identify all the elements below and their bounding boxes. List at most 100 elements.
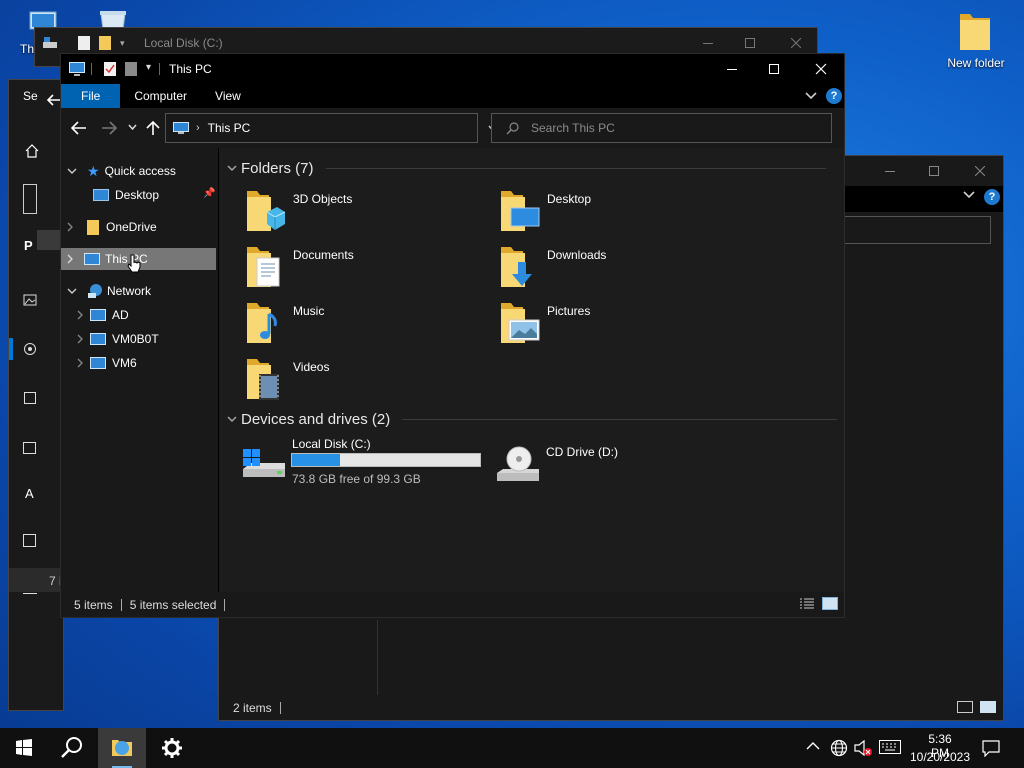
drive-icon xyxy=(42,36,58,50)
folder-documents[interactable]: Documents xyxy=(243,244,483,296)
folder-label: Desktop xyxy=(547,192,592,206)
folder-desktop[interactable]: Desktop xyxy=(497,188,737,240)
image-icon xyxy=(23,294,37,306)
chevron-down-icon xyxy=(227,165,237,171)
chevron-right-icon[interactable] xyxy=(77,310,84,320)
new-folder-icon[interactable] xyxy=(125,62,137,76)
nav-label: AD xyxy=(112,308,129,322)
drive-usage-fill xyxy=(292,454,341,466)
documents-folder-icon xyxy=(243,244,291,292)
file-explorer-window[interactable]: ▾ This PC File Computer View ? › This PC… xyxy=(60,53,845,618)
desktop-icon-new-folder[interactable]: New folder xyxy=(940,10,1012,70)
nav-item-this-pc[interactable]: This PC xyxy=(61,248,216,273)
nav-item-network-vm6[interactable]: VM6 xyxy=(61,352,216,374)
status-separator xyxy=(224,598,226,611)
nav-item-quick-access[interactable]: ★ Quick access xyxy=(61,160,216,182)
tab-view[interactable]: View xyxy=(201,84,255,108)
chevron-down-icon[interactable] xyxy=(67,168,77,175)
chevron-right-icon[interactable]: › xyxy=(196,122,200,134)
large-icons-view-icon[interactable] xyxy=(822,597,838,610)
folder-videos[interactable]: Videos xyxy=(243,356,483,408)
window-title: This PC xyxy=(169,62,212,76)
chevron-down-icon[interactable]: ▾ xyxy=(120,38,125,49)
folder-icon xyxy=(99,36,111,50)
notifications-button[interactable] xyxy=(982,739,1000,757)
details-view-icon[interactable] xyxy=(799,598,815,610)
help-icon[interactable]: ? xyxy=(984,189,1000,205)
downloads-folder-icon xyxy=(497,244,545,292)
minimize-button[interactable] xyxy=(867,156,913,186)
tab-file[interactable]: File xyxy=(61,84,121,108)
nav-label: OneDrive xyxy=(106,220,157,234)
chevron-right-icon[interactable] xyxy=(77,334,84,344)
maximize-button[interactable] xyxy=(751,54,797,84)
recent-locations-button[interactable] xyxy=(128,124,137,131)
folder-label: Pictures xyxy=(547,304,591,318)
tab-computer[interactable]: Computer xyxy=(120,84,201,108)
nav-label: VM0B0T xyxy=(112,332,159,346)
nav-item-desktop[interactable]: Desktop 📌 xyxy=(61,184,216,206)
background-window-left[interactable]: Se P A 7 i xyxy=(8,79,65,711)
cd-drive-icon xyxy=(495,445,543,493)
tiles-view-icon[interactable] xyxy=(980,701,996,713)
desktop-icon xyxy=(93,189,109,201)
expand-ribbon-icon[interactable] xyxy=(805,90,817,100)
separator-line xyxy=(91,63,92,75)
file-explorer-taskbar-button[interactable] xyxy=(98,728,146,768)
status-bar: 5 items 5 items selected xyxy=(61,592,844,617)
folder-downloads[interactable]: Downloads xyxy=(497,244,737,296)
clock-date[interactable]: 10/20/2023 xyxy=(906,750,974,764)
settings-button[interactable] xyxy=(148,728,196,768)
drive-free-space: 73.8 GB free of 99.3 GB xyxy=(292,472,421,486)
group-header-folders[interactable]: Folders (7) xyxy=(227,160,826,177)
group-divider xyxy=(402,419,838,420)
volume-muted-icon[interactable] xyxy=(854,739,874,757)
properties-icon[interactable] xyxy=(104,62,116,76)
nav-item-network-vm0b0t[interactable]: VM0B0T xyxy=(61,328,216,350)
chevron-down-icon[interactable] xyxy=(963,189,975,199)
forward-button[interactable] xyxy=(101,121,117,135)
network-globe-icon[interactable] xyxy=(830,739,848,757)
close-button[interactable] xyxy=(798,54,844,84)
taskbar: 5:36 PM 10/20/2023 xyxy=(0,728,1024,768)
partial-text-1: Se xyxy=(23,89,38,103)
group-divider xyxy=(325,168,826,169)
pin-icon[interactable]: 📌 xyxy=(203,188,215,199)
address-bar[interactable]: › This PC xyxy=(165,113,524,143)
start-button[interactable] xyxy=(0,728,48,768)
small-square-icon xyxy=(24,392,36,404)
titlebar[interactable]: ▾ This PC xyxy=(61,54,844,84)
theme-icon xyxy=(23,342,37,356)
folder-music[interactable]: Music xyxy=(243,300,483,352)
nav-item-onedrive[interactable]: OneDrive xyxy=(61,216,216,238)
close-button[interactable] xyxy=(957,156,1003,186)
nav-item-network[interactable]: Network xyxy=(61,280,216,302)
help-icon[interactable]: ? xyxy=(826,88,842,104)
search-input[interactable]: Search This PC xyxy=(491,113,832,143)
customize-toolbar-icon[interactable]: ▾ xyxy=(146,62,151,73)
this-pc-icon xyxy=(68,61,86,77)
nav-label: Network xyxy=(107,284,152,298)
chevron-down-icon[interactable] xyxy=(67,288,77,295)
minimize-button[interactable] xyxy=(709,54,755,84)
up-button[interactable] xyxy=(146,120,160,136)
show-hidden-icons-button[interactable] xyxy=(806,741,820,751)
drive-cd-d[interactable]: CD Drive (D:) xyxy=(495,437,735,489)
chevron-right-icon[interactable] xyxy=(77,358,84,368)
nav-item-network-ad[interactable]: AD xyxy=(61,304,216,326)
folder-3d-objects[interactable]: 3D Objects xyxy=(243,188,483,240)
group-header-devices[interactable]: Devices and drives (2) xyxy=(227,411,838,428)
search-button[interactable] xyxy=(48,728,96,768)
back-button[interactable] xyxy=(71,121,87,135)
chevron-right-icon[interactable] xyxy=(67,254,74,264)
maximize-button[interactable] xyxy=(911,156,957,186)
keyboard-icon[interactable] xyxy=(879,740,901,754)
back-arrow-icon[interactable] xyxy=(47,94,61,106)
windows-drive-icon xyxy=(241,447,289,495)
details-view-icon[interactable] xyxy=(957,701,973,713)
chevron-right-icon[interactable] xyxy=(67,222,74,232)
home-icon[interactable] xyxy=(25,144,39,158)
drive-local-disk-c[interactable]: Local Disk (C:) 73.8 GB free of 99.3 GB xyxy=(241,437,481,489)
folder-pictures[interactable]: Pictures xyxy=(497,300,737,352)
this-pc-icon xyxy=(172,121,190,135)
